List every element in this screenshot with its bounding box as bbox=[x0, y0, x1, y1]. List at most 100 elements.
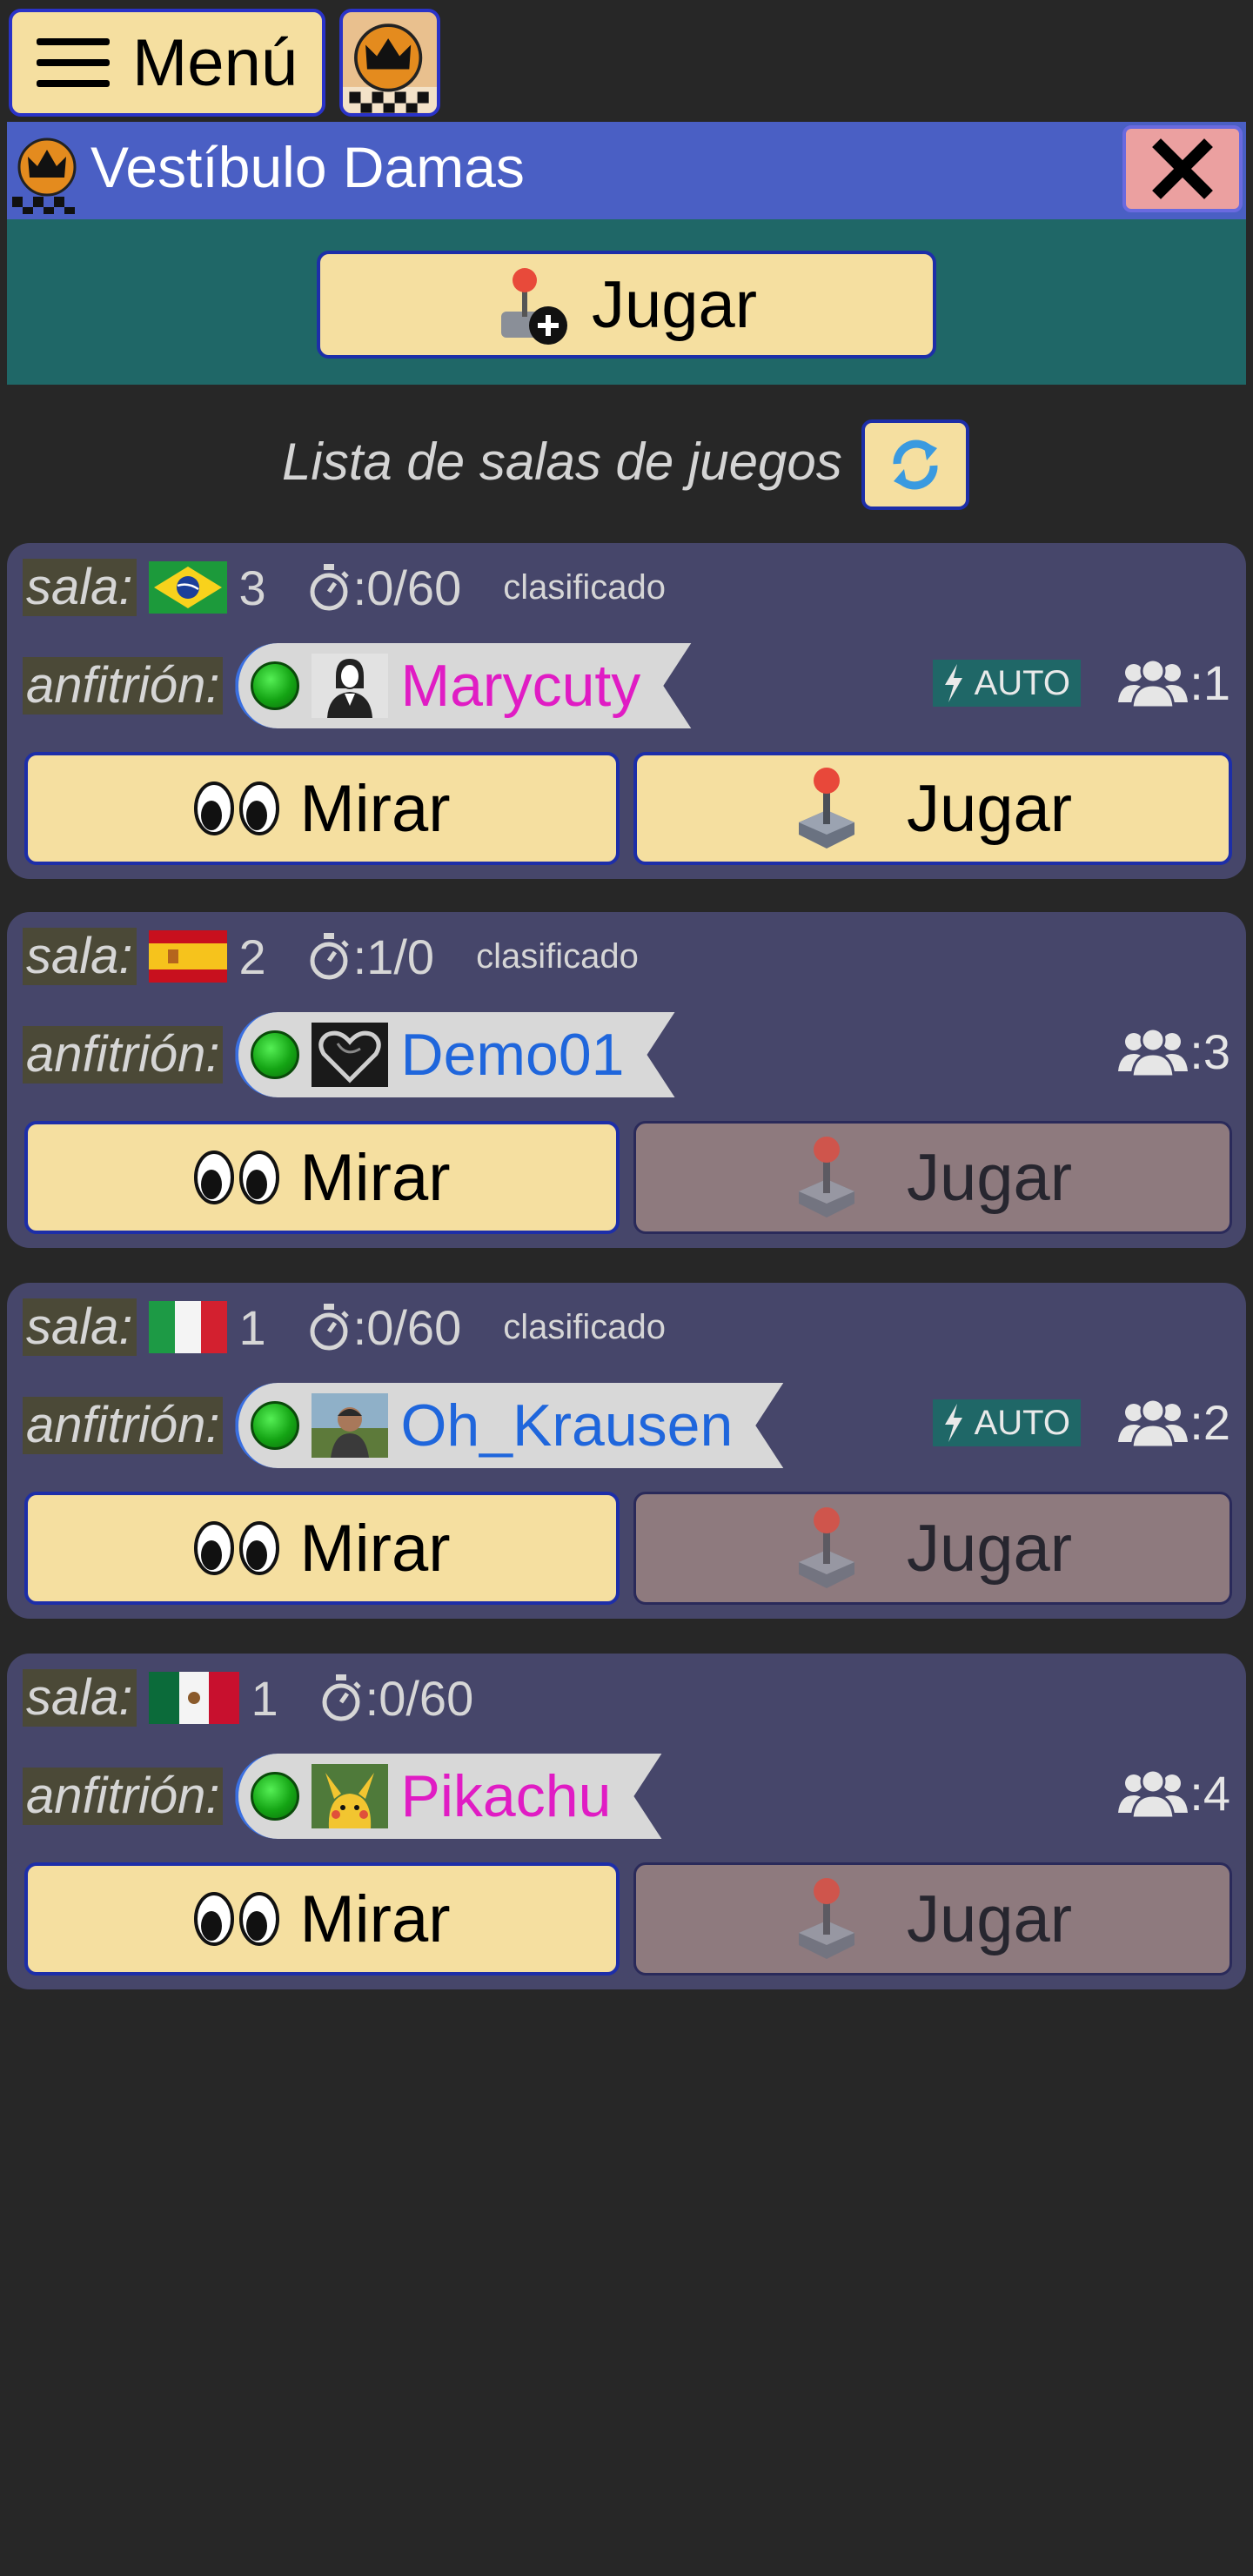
stopwatch-icon bbox=[322, 1674, 361, 1721]
room-card: sala: 2 :1/0 clasificado anfitrión: Demo… bbox=[7, 912, 1246, 1248]
lightning-icon bbox=[944, 664, 962, 702]
joystick-icon bbox=[798, 1137, 854, 1218]
viewer-count: :2 bbox=[1118, 1394, 1230, 1451]
brazil-flag bbox=[148, 561, 227, 614]
play-button[interactable]: Jugar bbox=[633, 1492, 1232, 1605]
play-label: Jugar bbox=[906, 1511, 1073, 1586]
users-icon bbox=[1118, 1768, 1189, 1818]
new-game-area: Jugar bbox=[7, 219, 1246, 385]
room-card: sala: 1 :0/60 clasificado anfitrión: Oh_… bbox=[7, 1283, 1246, 1619]
room-number: 1 bbox=[251, 1670, 278, 1726]
viewer-count-value: :3 bbox=[1189, 1024, 1230, 1079]
host-label: anfitrión: bbox=[23, 657, 224, 714]
lobby-title: Vestíbulo Damas bbox=[90, 135, 525, 199]
time-control: :1/0 bbox=[306, 929, 434, 985]
host-name: Marycuty bbox=[400, 653, 641, 719]
viewer-count: :4 bbox=[1118, 1765, 1230, 1821]
viewer-count-value: :4 bbox=[1189, 1766, 1230, 1821]
room-label: sala: bbox=[23, 1298, 137, 1356]
refresh-button[interactable] bbox=[861, 419, 969, 510]
play-label: Jugar bbox=[906, 1140, 1073, 1215]
watch-label: Mirar bbox=[299, 1511, 451, 1586]
crown-board-icon bbox=[343, 23, 437, 113]
heart-avatar bbox=[312, 1023, 388, 1087]
close-button[interactable] bbox=[1122, 125, 1243, 212]
hamburger-icon bbox=[37, 38, 110, 87]
time-control: :0/60 bbox=[306, 560, 462, 616]
online-status-icon bbox=[251, 1030, 299, 1079]
auto-badge: AUTO bbox=[932, 660, 1081, 707]
stopwatch-icon bbox=[310, 564, 349, 611]
play-button[interactable]: Jugar bbox=[633, 1121, 1232, 1234]
pikachu-avatar bbox=[312, 1764, 388, 1828]
room-number: 1 bbox=[238, 1299, 266, 1355]
joystick-add-icon bbox=[500, 268, 567, 345]
watch-label: Mirar bbox=[299, 1140, 451, 1215]
joystick-icon bbox=[798, 1878, 854, 1959]
online-status-icon bbox=[251, 661, 299, 710]
room-list-title: Lista de salas de juegos bbox=[282, 433, 842, 491]
watch-label: Mirar bbox=[299, 771, 451, 846]
room-label: sala: bbox=[23, 928, 137, 985]
eyes-icon bbox=[194, 1150, 280, 1204]
host-badge[interactable]: Oh_Krausen bbox=[235, 1383, 785, 1468]
lightning-icon bbox=[944, 1404, 962, 1442]
new-game-button[interactable]: Jugar bbox=[317, 251, 936, 359]
host-badge[interactable]: Demo01 bbox=[235, 1012, 676, 1097]
italy-flag bbox=[148, 1301, 227, 1353]
users-icon bbox=[1118, 658, 1189, 708]
viewer-count-value: :2 bbox=[1189, 1395, 1230, 1450]
woman-avatar bbox=[312, 654, 388, 718]
host-name: Pikachu bbox=[400, 1763, 612, 1829]
watch-button[interactable]: Mirar bbox=[24, 1121, 620, 1234]
watch-button[interactable]: Mirar bbox=[24, 752, 620, 865]
host-badge[interactable]: Pikachu bbox=[235, 1754, 663, 1839]
host-label: anfitrión: bbox=[23, 1768, 224, 1825]
play-button[interactable]: Jugar bbox=[633, 1862, 1232, 1976]
room-number: 2 bbox=[238, 929, 266, 984]
time-control-value: :1/0 bbox=[352, 929, 435, 984]
play-label: Jugar bbox=[906, 771, 1073, 846]
time-control: :0/60 bbox=[318, 1670, 474, 1727]
joystick-icon bbox=[798, 1507, 854, 1588]
close-icon bbox=[1152, 138, 1213, 199]
auto-label: AUTO bbox=[974, 663, 1070, 702]
viewer-count: :1 bbox=[1118, 654, 1230, 711]
users-icon bbox=[1118, 1027, 1189, 1077]
menu-label: Menú bbox=[132, 25, 298, 100]
refresh-icon bbox=[893, 439, 938, 490]
room-card: sala: 1 :0/60 anfitrión: Pikachu :4 Mira… bbox=[7, 1654, 1246, 1989]
watch-button[interactable]: Mirar bbox=[24, 1862, 620, 1976]
ranked-label: clasificado bbox=[503, 567, 666, 607]
new-game-label: Jugar bbox=[591, 267, 758, 342]
photo-avatar bbox=[312, 1393, 388, 1458]
viewer-count: :3 bbox=[1118, 1023, 1230, 1080]
online-status-icon bbox=[251, 1772, 299, 1821]
joystick-icon bbox=[798, 768, 854, 849]
auto-badge: AUTO bbox=[932, 1399, 1081, 1446]
play-button[interactable]: Jugar bbox=[633, 752, 1232, 865]
time-control-value: :0/60 bbox=[352, 560, 462, 615]
host-name: Demo01 bbox=[400, 1022, 625, 1088]
time-control: :0/60 bbox=[306, 1299, 461, 1356]
online-status-icon bbox=[251, 1401, 299, 1450]
stopwatch-icon bbox=[310, 1304, 349, 1351]
menu-button[interactable]: Menú bbox=[9, 9, 325, 117]
eyes-icon bbox=[194, 1892, 280, 1946]
checkers-game-button[interactable] bbox=[339, 9, 440, 117]
room-number: 3 bbox=[238, 560, 266, 615]
mexico-flag bbox=[148, 1672, 239, 1724]
ranked-label: clasificado bbox=[476, 936, 639, 976]
host-label: anfitrión: bbox=[23, 1397, 224, 1454]
time-control-value: :0/60 bbox=[365, 1670, 474, 1726]
lobby-header: Vestíbulo Damas bbox=[7, 122, 1246, 219]
ranked-label: clasificado bbox=[503, 1307, 666, 1346]
room-label: sala: bbox=[23, 559, 137, 616]
stopwatch-icon bbox=[310, 933, 349, 980]
eyes-icon bbox=[194, 1521, 280, 1575]
eyes-icon bbox=[194, 782, 280, 835]
watch-button[interactable]: Mirar bbox=[24, 1492, 620, 1605]
room-card: sala: 3 :0/60 clasificado anfitrión: Mar… bbox=[7, 543, 1246, 879]
host-badge[interactable]: Marycuty bbox=[235, 643, 693, 728]
checkers-crown-icon bbox=[12, 138, 77, 214]
